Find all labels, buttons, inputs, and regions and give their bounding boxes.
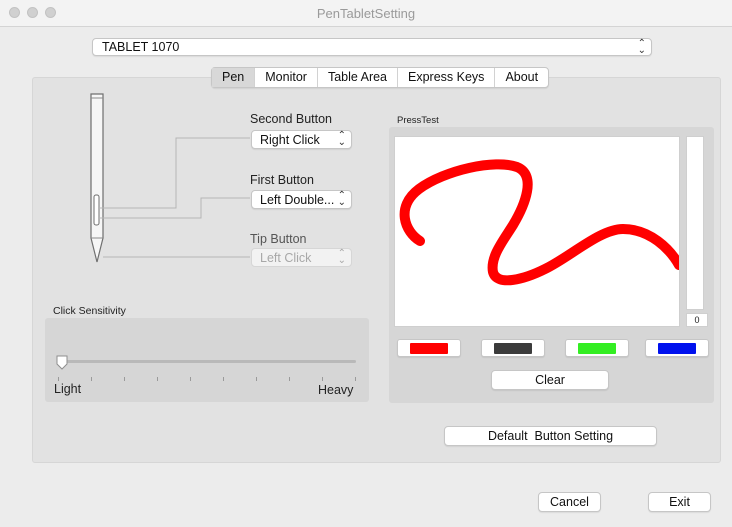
drawing-canvas[interactable] — [394, 136, 684, 327]
pen-illustration — [90, 93, 250, 263]
updown-arrows-icon: ⌃ ⌄ — [637, 38, 646, 56]
updown-arrows-icon: ⌃ ⌄ — [337, 130, 346, 148]
updown-arrows-icon: ⌃ ⌄ — [337, 248, 346, 266]
pen-stroke — [399, 159, 684, 286]
second-button-label: Second Button — [250, 112, 333, 126]
first-button-label: First Button — [250, 173, 314, 187]
tab-express-keys[interactable]: Express Keys — [398, 68, 496, 87]
second-button-value: Right Click — [260, 133, 320, 147]
default-button-setting-button[interactable]: Default Button Setting — [444, 426, 657, 446]
tip-button-value: Left Click — [260, 251, 312, 265]
blue-swatch — [658, 343, 696, 354]
second-button-select[interactable]: Right Click ⌃ ⌄ — [251, 130, 352, 149]
press-test-label: PressTest — [397, 115, 439, 126]
red-swatch — [410, 343, 448, 354]
click-sensitivity-label: Click Sensitivity — [53, 305, 126, 317]
tip-button-select: Left Click ⌃ ⌄ — [251, 248, 352, 267]
color-dark-gray-button[interactable] — [481, 339, 545, 357]
tab-bar: Pen Monitor Table Area Express Keys Abou… — [211, 67, 550, 88]
color-blue-button[interactable] — [645, 339, 709, 357]
title-bar: PenTabletSetting — [0, 0, 732, 27]
tab-monitor[interactable]: Monitor — [255, 68, 318, 87]
window-title: PenTabletSetting — [316, 6, 416, 21]
first-button-value: Left Double... — [260, 193, 335, 207]
pressure-meter — [686, 136, 704, 310]
device-select[interactable]: TABLET 1070 ⌃ ⌄ — [92, 38, 652, 56]
tab-table-area[interactable]: Table Area — [318, 68, 399, 87]
tab-about[interactable]: About — [495, 68, 548, 87]
sensitivity-heavy-label: Heavy — [318, 383, 354, 397]
color-green-button[interactable] — [565, 339, 629, 357]
sensitivity-slider-thumb[interactable] — [55, 355, 69, 371]
dark-gray-swatch — [494, 343, 532, 354]
color-red-button[interactable] — [397, 339, 461, 357]
tab-pen[interactable]: Pen — [212, 68, 256, 87]
cancel-button[interactable]: Cancel — [538, 492, 601, 512]
sensitivity-slider-track[interactable] — [58, 360, 356, 363]
device-select-value: TABLET 1070 — [102, 40, 180, 54]
first-button-select[interactable]: Left Double... ⌃ ⌄ — [251, 190, 352, 209]
updown-arrows-icon: ⌃ ⌄ — [337, 190, 346, 208]
pressure-value: 0 — [686, 313, 708, 327]
green-swatch — [578, 343, 616, 354]
tip-button-label: Tip Button — [250, 232, 307, 246]
sensitivity-light-label: Light — [54, 382, 82, 396]
exit-button[interactable]: Exit — [648, 492, 711, 512]
clear-button[interactable]: Clear — [491, 370, 609, 390]
